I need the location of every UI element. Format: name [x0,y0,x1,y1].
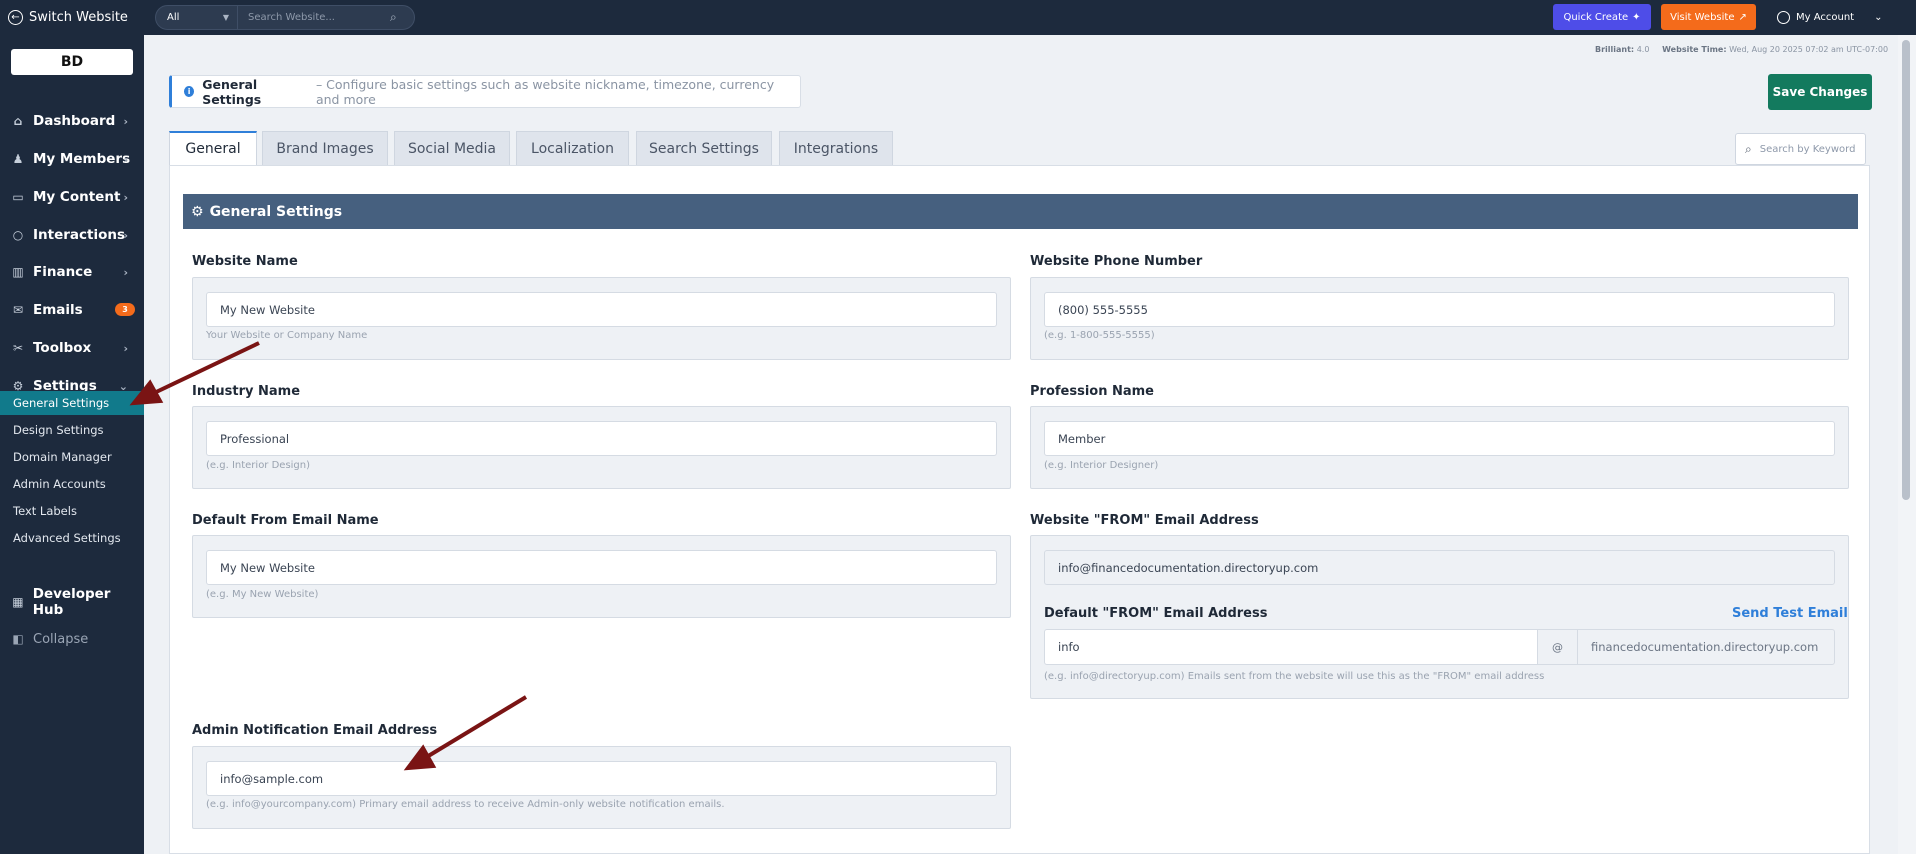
arrowhead [129,379,164,406]
annotation-arrow [151,341,260,396]
annotation-arrows [129,341,528,771]
annotation-arrow [423,695,528,760]
arrowhead [403,744,437,771]
